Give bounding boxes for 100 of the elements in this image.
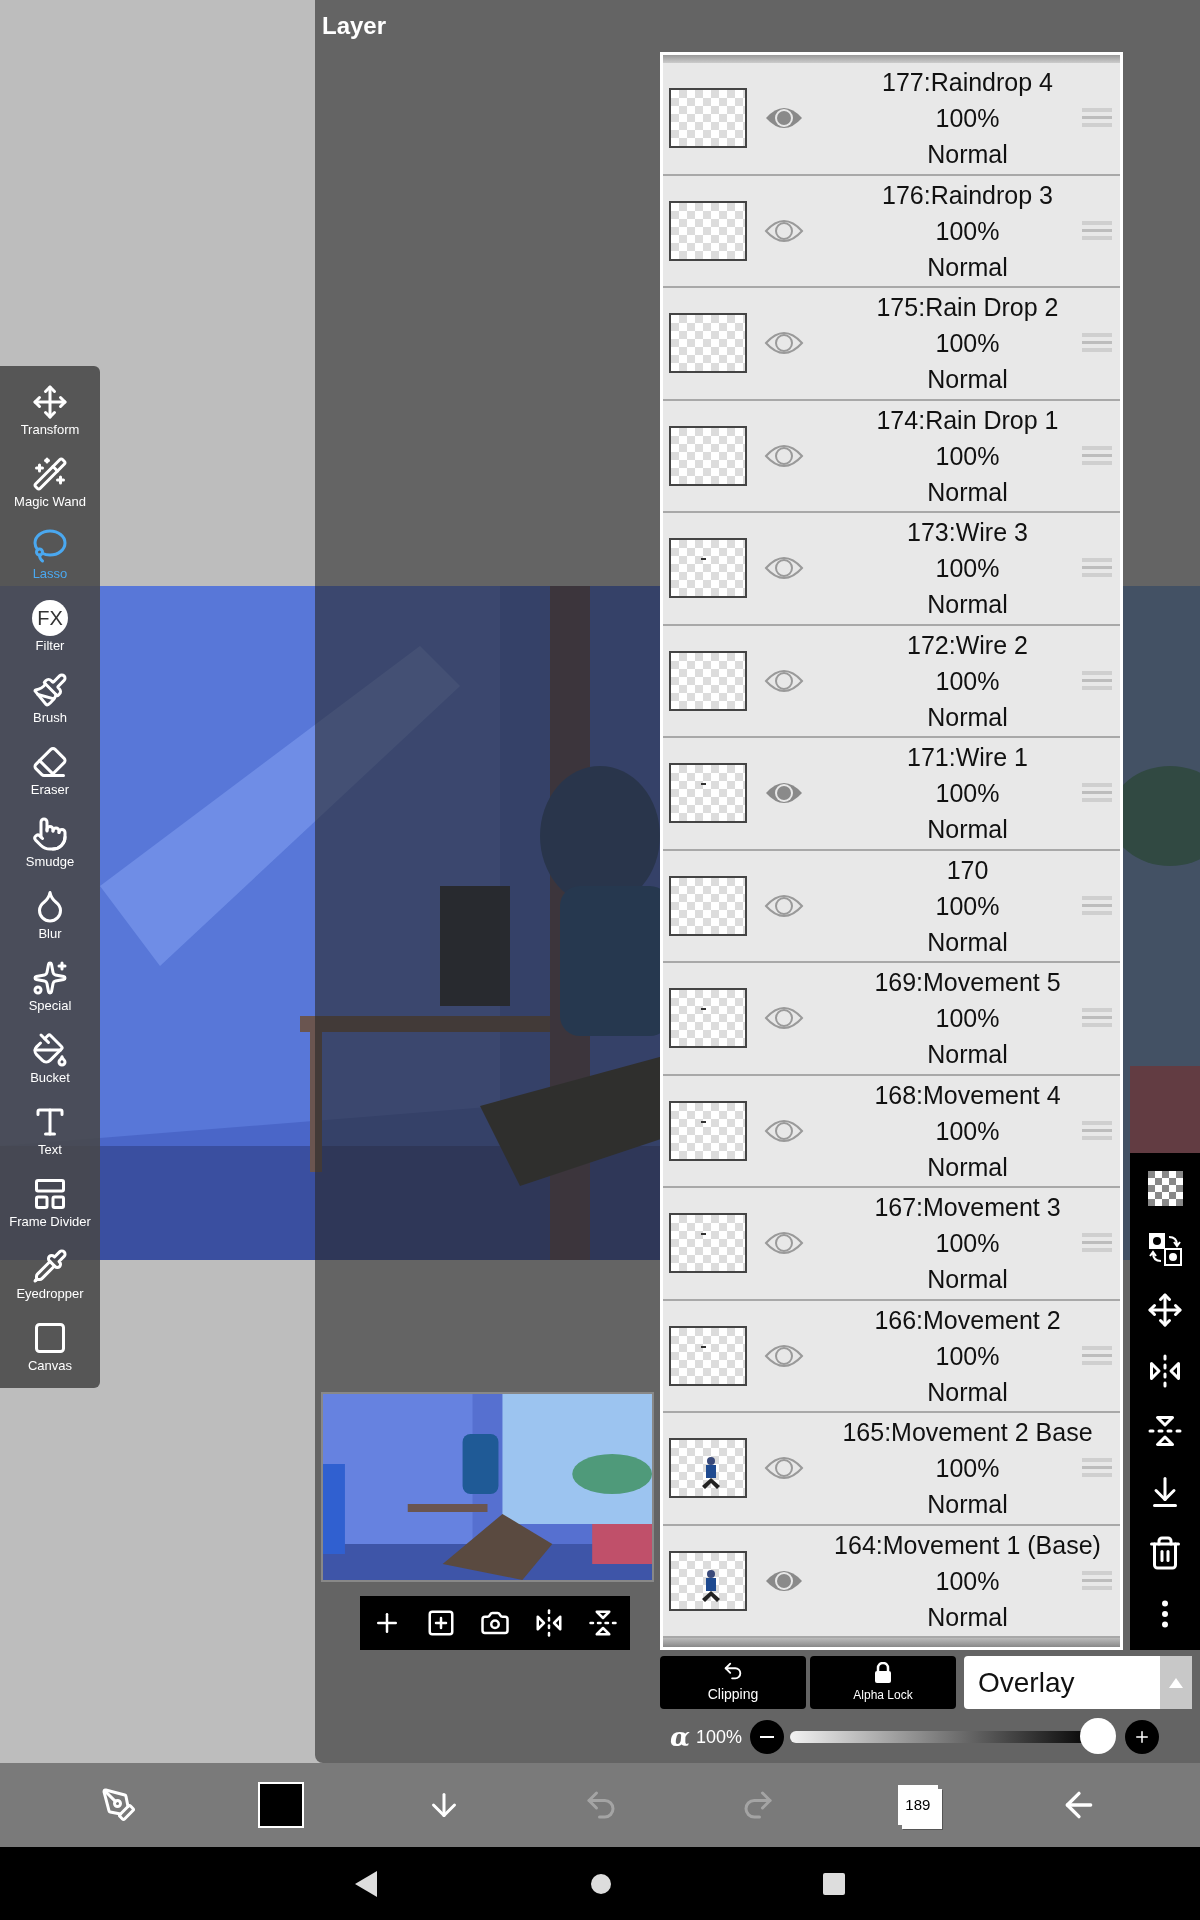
- blend-mode: Normal: [927, 1151, 1008, 1183]
- brush-icon: [32, 672, 68, 708]
- layer-row[interactable]: 175:Rain Drop 2 100% Normal: [663, 288, 1120, 401]
- layer-name: 177:Raindrop 4: [882, 67, 1053, 99]
- layer-name: 172:Wire 2: [907, 629, 1028, 661]
- blend-mode: Normal: [927, 1376, 1008, 1408]
- flip-horizontal-icon[interactable]: [1147, 1352, 1183, 1389]
- slider-thumb[interactable]: [1080, 1718, 1117, 1754]
- drag-handle-icon[interactable]: [1082, 1007, 1112, 1030]
- stroke-mark: [701, 558, 706, 561]
- alpha-lock-button[interactable]: Alpha Lock: [810, 1656, 956, 1709]
- layer-name: 164:Movement 1 (Base): [834, 1529, 1101, 1561]
- opacity-slider[interactable]: [790, 1718, 1116, 1756]
- tool-button[interactable]: Frame Divider: [0, 1166, 100, 1238]
- magic-wand-icon: [32, 456, 68, 492]
- layer-row[interactable]: 164:Movement 1 (Base) 100% Normal: [663, 1525, 1120, 1638]
- layer-row[interactable]: 168:Movement 4 100% Normal: [663, 1075, 1120, 1188]
- drag-handle-icon[interactable]: [1082, 1119, 1112, 1142]
- drag-handle-icon[interactable]: [1082, 1569, 1112, 1592]
- layer-opacity: 100%: [935, 440, 1000, 472]
- back-nav-icon[interactable]: [355, 1870, 380, 1897]
- layer-row[interactable]: 169:Movement 5 100% Normal: [663, 963, 1120, 1076]
- move-icon[interactable]: [1147, 1291, 1183, 1328]
- layer-opacity: 100%: [935, 1003, 1000, 1035]
- blend-mode: Normal: [927, 1601, 1008, 1633]
- layer-row[interactable]: 166:Movement 2 100% Normal: [663, 1300, 1120, 1413]
- layer-row[interactable]: 171:Wire 1 100% Normal: [663, 738, 1120, 851]
- layer-row[interactable]: 177:Raindrop 4 100% Normal: [663, 63, 1120, 176]
- layer-row[interactable]: 170 100% Normal: [663, 850, 1120, 963]
- panel-title: Layer: [322, 11, 387, 41]
- trash-icon[interactable]: [1147, 1534, 1183, 1571]
- layer-opacity: 100%: [935, 553, 1000, 585]
- layer-row[interactable]: 172:Wire 2 100% Normal: [663, 625, 1120, 738]
- sparkles-icon: [32, 960, 68, 996]
- blend-mode: Normal: [927, 701, 1008, 733]
- drag-handle-icon[interactable]: [1082, 557, 1112, 580]
- stroke-mark: [701, 1233, 706, 1236]
- transparency-icon[interactable]: [1147, 1171, 1183, 1207]
- drag-handle-icon[interactable]: [1082, 444, 1112, 467]
- clipping-button[interactable]: Clipping: [660, 1656, 806, 1709]
- layer-opacity: 100%: [935, 1115, 1000, 1147]
- opacity-reading: 100%: [696, 1725, 743, 1749]
- frame-divider-icon: [32, 1176, 68, 1212]
- tool-button[interactable]: Smudge: [0, 806, 100, 878]
- drag-handle-icon[interactable]: [1082, 219, 1112, 242]
- blend-mode: Normal: [927, 814, 1008, 846]
- tool-button[interactable]: Special: [0, 950, 100, 1022]
- blend-mode: Normal: [927, 139, 1008, 171]
- tool-button[interactable]: Magic Wand: [0, 446, 100, 518]
- tool-button[interactable]: Blur: [0, 878, 100, 950]
- blend-mode: Normal: [927, 1489, 1008, 1521]
- drag-handle-icon[interactable]: [1082, 1232, 1112, 1255]
- blend-mode-dropdown[interactable]: Overlay: [964, 1656, 1192, 1709]
- tool-button[interactable]: Transform: [0, 374, 100, 446]
- layer-row[interactable]: 173:Wire 3 100% Normal: [663, 513, 1120, 626]
- layer-name: 165:Movement 2 Base: [842, 1417, 1093, 1449]
- tool-button[interactable]: Canvas: [0, 1310, 100, 1382]
- minus-icon: [760, 1736, 775, 1738]
- home-nav-icon[interactable]: [590, 1872, 612, 1895]
- drag-handle-icon[interactable]: [1082, 782, 1112, 805]
- blend-mode: Normal: [927, 476, 1008, 508]
- layer-opacity: 100%: [935, 1228, 1000, 1260]
- color-swatch[interactable]: [258, 1782, 305, 1828]
- tool-button[interactable]: Brush: [0, 662, 100, 734]
- pointing-hand-icon: [32, 816, 68, 852]
- blend-mode: Normal: [927, 589, 1008, 621]
- layer-row[interactable]: 174:Rain Drop 1 100% Normal: [663, 400, 1120, 513]
- eyedropper-icon: [32, 1248, 68, 1284]
- layer-name: 170: [946, 854, 989, 886]
- paint-bucket-icon: [32, 1032, 68, 1068]
- stroke-mark: [701, 783, 706, 786]
- layer-name: 171:Wire 1: [907, 742, 1028, 774]
- drag-handle-icon[interactable]: [1082, 332, 1112, 355]
- layer-name: 168:Movement 4: [874, 1079, 1061, 1111]
- tool-button[interactable]: Eyedropper: [0, 1238, 100, 1310]
- tool-button[interactable]: Bucket: [0, 1022, 100, 1094]
- layer-row[interactable]: 167:Movement 3 100% Normal: [663, 1188, 1120, 1301]
- drag-handle-icon[interactable]: [1082, 669, 1112, 692]
- recents-nav-icon[interactable]: [822, 1872, 845, 1895]
- layer-row[interactable]: 165:Movement 2 Base 100% Normal: [663, 1413, 1120, 1526]
- tool-button[interactable]: FX Filter: [0, 590, 100, 662]
- drag-handle-icon[interactable]: [1082, 107, 1112, 130]
- flip-vertical-icon[interactable]: [587, 1608, 618, 1638]
- layer-opacity: 100%: [935, 1565, 1000, 1597]
- blend-mode: Normal: [927, 1264, 1008, 1296]
- drag-handle-icon[interactable]: [1082, 1457, 1112, 1480]
- tool-button[interactable]: Eraser: [0, 734, 100, 806]
- swap-layers-icon[interactable]: [1147, 1231, 1183, 1268]
- layer-row[interactable]: 176:Raindrop 3 100% Normal: [663, 175, 1120, 288]
- drag-handle-icon[interactable]: [1082, 894, 1112, 917]
- layer-name: 176:Raindrop 3: [882, 179, 1053, 211]
- decrease-button[interactable]: [750, 1720, 785, 1754]
- increase-button[interactable]: [1125, 1720, 1160, 1754]
- fx-icon: FX: [32, 600, 68, 636]
- layer-opacity: 100%: [935, 215, 1000, 247]
- lock-icon: [873, 1661, 893, 1684]
- drag-handle-icon[interactable]: [1082, 1344, 1112, 1367]
- layer-name: 175:Rain Drop 2: [876, 292, 1059, 324]
- tool-button[interactable]: Text: [0, 1094, 100, 1166]
- pen-tool-icon[interactable]: [100, 1787, 137, 1823]
